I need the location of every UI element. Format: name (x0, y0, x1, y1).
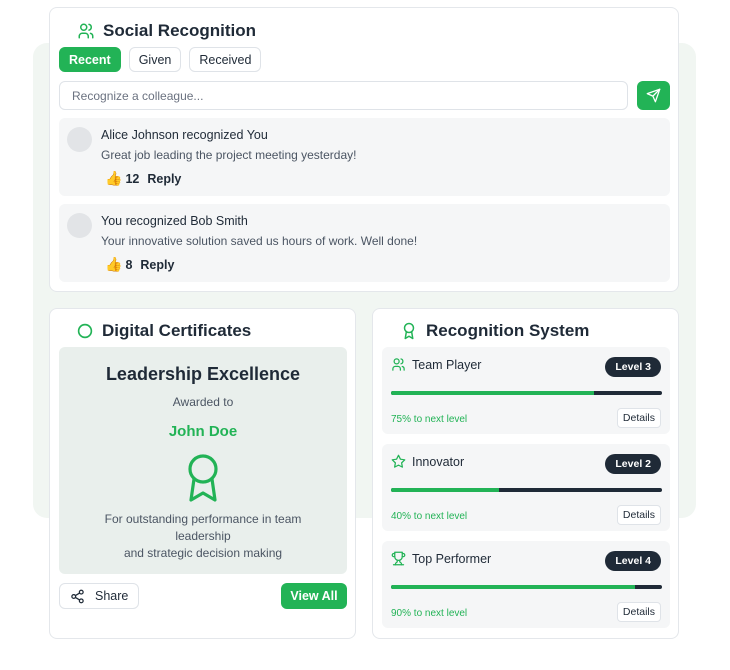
card-title: Recognition System (426, 321, 590, 340)
post-message: Great job leading the project meeting ye… (101, 148, 357, 162)
level-badge: Level 3 (605, 357, 661, 377)
share-button[interactable]: Share (59, 583, 140, 609)
description-line: and strategic decision making (123, 546, 283, 560)
recognition-name: Top Performer (391, 551, 491, 566)
details-button[interactable]: Details (616, 408, 661, 428)
thumbs-up-icon: 👍 (105, 256, 123, 272)
card-title: Social Recognition (103, 21, 257, 40)
certificate-description: For outstanding performance in team lead… (79, 511, 327, 562)
recognition-label: Team Player (412, 357, 482, 372)
progress-label: 90% to next level (391, 608, 468, 619)
details-button[interactable]: Details (616, 505, 661, 525)
send-icon (646, 88, 661, 103)
recognition-name: Innovator (391, 454, 464, 469)
details-button[interactable]: Details (616, 602, 661, 622)
trophy-icon (391, 551, 406, 566)
card-title: Digital Certificates (102, 321, 252, 340)
post-actions: 👍 12 Reply (105, 170, 181, 187)
level-badge: Level 4 (605, 551, 661, 571)
reply-button[interactable]: Reply (147, 172, 181, 186)
post-actions: 👍 8 Reply (105, 256, 174, 273)
progress-bar (391, 488, 662, 492)
progress-label: 40% to next level (391, 511, 468, 522)
recognition-name: Team Player (391, 357, 481, 372)
star-icon (391, 454, 406, 468)
recognition-item-top-performer: Top Performer Level 4 90% to next level … (382, 541, 670, 628)
recognition-system-card: Recognition System Team Player Level 3 7… (372, 308, 679, 639)
avatar (67, 213, 92, 238)
view-all-button[interactable]: View All (281, 583, 347, 609)
recognition-label: Top Performer (412, 551, 492, 566)
progress-fill (391, 488, 500, 492)
recognition-label: Innovator (412, 454, 465, 469)
tab-recent[interactable]: Recent (59, 47, 121, 72)
certificates-header: Digital Certificates (76, 321, 251, 341)
like-button[interactable]: 👍 12 (105, 170, 139, 187)
awarded-to-label: Awarded to (172, 395, 234, 409)
progress-bar (391, 585, 662, 589)
reply-button[interactable]: Reply (140, 258, 174, 272)
post-header: You recognized Bob Smith (101, 214, 248, 228)
share-icon (71, 589, 84, 603)
like-count: 8 (125, 257, 133, 272)
send-button[interactable] (637, 81, 670, 110)
certificate-preview[interactable]: Leadership Excellence Awarded to John Do… (59, 347, 347, 574)
award-icon (403, 322, 415, 340)
avatar (67, 127, 92, 152)
post-header: Alice Johnson recognized You (101, 128, 268, 142)
tab-given[interactable]: Given (128, 47, 182, 72)
like-button[interactable]: 👍 8 (105, 256, 132, 273)
digital-certificates-card: Digital Certificates Leadership Excellen… (49, 308, 356, 639)
social-recognition-header: Social Recognition (77, 21, 256, 41)
progress-fill (391, 585, 635, 589)
post-message: Your innovative solution saved us hours … (101, 234, 418, 248)
recognition-item-innovator: Innovator Level 2 40% to next level Deta… (382, 444, 670, 531)
recognition-tabs: Recent Given Received (59, 47, 262, 72)
like-count: 12 (125, 171, 140, 186)
progress-fill (391, 391, 595, 395)
circle-icon (77, 323, 93, 339)
recognition-item-team-player: Team Player Level 3 75% to next level De… (382, 347, 670, 434)
tab-received[interactable]: Received (189, 47, 262, 72)
progress-label: 75% to next level (391, 414, 468, 425)
users-icon (78, 23, 94, 39)
share-label: Share (95, 589, 129, 603)
description-line: For outstanding performance in team lead… (104, 512, 302, 543)
progress-bar (391, 391, 662, 395)
recognition-system-header: Recognition System (400, 321, 589, 341)
certificate-title: Leadership Excellence (105, 364, 301, 384)
award-icon (188, 454, 218, 502)
users-icon (392, 358, 405, 371)
level-badge: Level 2 (605, 454, 661, 474)
social-recognition-card: Social Recognition Recent Given Received… (49, 7, 679, 292)
list-item: You recognized Bob Smith Your innovative… (59, 204, 670, 282)
thumbs-up-icon: 👍 (105, 170, 123, 186)
recognize-input[interactable] (59, 81, 628, 110)
list-item: Alice Johnson recognized You Great job l… (59, 118, 670, 196)
recipient-name: John Doe (168, 423, 238, 440)
